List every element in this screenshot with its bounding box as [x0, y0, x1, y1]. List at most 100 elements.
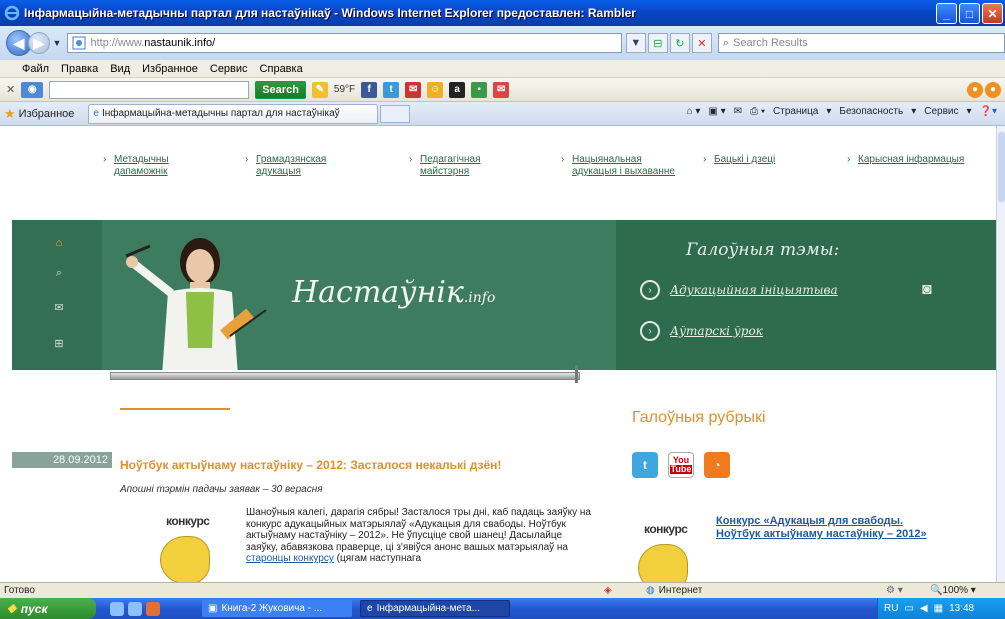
- nav-item-national[interactable]: › Нацыянальная адукацыя і выхаванне: [561, 154, 682, 178]
- toolbar-search-input[interactable]: [49, 80, 250, 99]
- window-title: Інфармацыйна-метадычны партал для настаў…: [24, 6, 636, 20]
- window-title-bar[interactable]: Інфармацыйна-метадычны партал для настаў…: [0, 0, 1005, 26]
- forward-button[interactable]: ▶: [27, 32, 50, 54]
- history-dropdown-icon[interactable]: ▼: [53, 38, 62, 48]
- status-bar: Готово ◈ ◍ Интернет ⚙ ▾ 🔍100% ▾: [0, 582, 1005, 598]
- minimize-button[interactable]: _: [936, 3, 957, 24]
- twitter-icon[interactable]: t: [632, 452, 658, 478]
- vertical-scrollbar[interactable]: [996, 126, 1005, 582]
- start-button[interactable]: ❖ пуск: [0, 598, 96, 619]
- games-icon[interactable]: ▪: [471, 81, 488, 98]
- highlight-icon[interactable]: ✎: [311, 81, 328, 98]
- menu-view[interactable]: Вид: [110, 63, 130, 75]
- home-icon[interactable]: ⌂ ▾: [687, 106, 701, 117]
- side-contest-link[interactable]: Конкурс «Адукацыя для свабоды. Ноўтбук а…: [716, 515, 936, 541]
- rambler-logo-icon[interactable]: ◉: [21, 81, 44, 98]
- maximize-button[interactable]: □: [959, 3, 980, 24]
- favorites-label: Избранное: [18, 107, 75, 120]
- nav-item-pedagog[interactable]: › Педагагічная майстэрня: [409, 154, 530, 178]
- globe-icon: ◍: [646, 585, 655, 596]
- safety-menu[interactable]: Безопасность: [839, 106, 903, 117]
- mail-icon[interactable]: ✉: [405, 81, 422, 98]
- menu-help[interactable]: Справка: [260, 63, 303, 75]
- news-subtitle: Апошні тэрмін падачы заявак – 30 верасня: [120, 484, 323, 495]
- menu-tools[interactable]: Сервис: [210, 63, 248, 75]
- arrow-circle-icon: ›: [640, 280, 660, 300]
- network-icon[interactable]: ▭: [904, 603, 913, 614]
- theme-link-label: Адукацыйная ініцыятыва: [670, 283, 838, 297]
- nav-item-parents[interactable]: › Бацькі і дзеці: [703, 154, 824, 166]
- tray-app-icon[interactable]: ▦: [934, 603, 943, 614]
- rss-icon[interactable]: ◔: [704, 452, 730, 478]
- task-label: Інфармацыйна-мета...: [376, 603, 481, 614]
- slider-handle[interactable]: [575, 365, 578, 383]
- menu-file[interactable]: Файл: [22, 63, 49, 75]
- top-navigation: › Метадычны дапаможнік › Грамадзянская аду…: [102, 154, 964, 204]
- new-tab-button[interactable]: [380, 104, 411, 123]
- menu-bar: Файл Правка Вид Избранное Сервис Справка: [0, 60, 1005, 78]
- page-menu[interactable]: Страница: [773, 106, 818, 117]
- nav-label: Бацькі і дзеці: [714, 154, 776, 165]
- home-icon[interactable]: ⌂: [52, 236, 66, 250]
- print-icon[interactable]: ⎙ ▾: [750, 106, 765, 117]
- envelope-icon[interactable]: ✉: [493, 81, 510, 98]
- logo-main: Настаўнік: [292, 275, 464, 310]
- zoom-level[interactable]: 🔍100% ▾: [930, 585, 976, 596]
- smiley-icon[interactable]: ☺: [427, 81, 444, 98]
- search-toolbar: ✕ ◉ Search ✎ 59°F f t ✉ ☺ a ▪ ✉ ● ●: [0, 78, 1005, 102]
- nav-item-metod[interactable]: › Метадычны дапаможнік: [103, 154, 224, 178]
- close-button[interactable]: ✕: [982, 3, 1003, 24]
- taskbar-item-ie[interactable]: e Інфармацыйна-мета...: [360, 600, 510, 617]
- feeds-icon[interactable]: ▣ ▾: [708, 106, 725, 117]
- favorites-button[interactable]: ★ Избранное: [4, 106, 74, 122]
- nav-item-civic[interactable]: › Грамадзянская адукацыя: [245, 154, 366, 178]
- theme-link-author-lesson[interactable]: › Аўтарскі ўрок: [640, 321, 763, 341]
- scroll-thumb[interactable]: [998, 132, 1005, 202]
- address-field[interactable]: http://www. nastaunik.info/: [67, 33, 622, 53]
- address-dropdown-icon[interactable]: ▼: [625, 33, 646, 53]
- quick-launch-ie-icon[interactable]: [110, 601, 124, 616]
- search-icon[interactable]: ⌕: [52, 266, 66, 280]
- taskbar-item-word[interactable]: ▣ Книга-2 Жуковича - ...: [202, 600, 352, 617]
- addon-icon[interactable]: ●: [967, 81, 983, 98]
- contest-page-link[interactable]: старонцы конкурсу: [246, 553, 334, 564]
- search-box[interactable]: ⌕ Search Results: [717, 33, 1005, 53]
- menu-edit[interactable]: Правка: [61, 63, 98, 75]
- mail-icon[interactable]: ✉: [52, 300, 66, 314]
- security-zone[interactable]: ◍ Интернет: [646, 585, 702, 596]
- antivirus-icon[interactable]: ◀: [920, 603, 928, 614]
- weather-temp[interactable]: 59°F: [334, 84, 355, 95]
- menu-favorites[interactable]: Избранное: [142, 63, 198, 75]
- refresh-icon[interactable]: ↻: [669, 33, 690, 53]
- quick-launch-desktop-icon[interactable]: [128, 601, 142, 616]
- addon2-icon[interactable]: ●: [985, 81, 1001, 98]
- amazon-icon[interactable]: a: [449, 81, 466, 98]
- camera-icon[interactable]: ◙: [922, 281, 932, 299]
- browser-tab[interactable]: e Інфармацыйна-метадычны партал для наст…: [88, 103, 379, 124]
- facebook-icon[interactable]: f: [361, 81, 378, 98]
- help-icon[interactable]: ❓▾: [980, 106, 997, 117]
- protected-mode-icon[interactable]: ⚙ ▾: [886, 585, 903, 596]
- stop-icon[interactable]: ✕: [691, 33, 712, 53]
- youtube-icon[interactable]: You Tube: [668, 452, 694, 478]
- news-title[interactable]: Ноўтбук актыўнаму настаўніку – 2012: Зас…: [120, 458, 501, 472]
- compat-view-icon[interactable]: ⊟: [647, 33, 668, 53]
- konkurs-badge[interactable]: конкурс: [152, 506, 236, 582]
- read-mail-icon[interactable]: ✉: [734, 106, 742, 117]
- toolbar-search-button[interactable]: Search: [255, 80, 306, 99]
- tools-menu[interactable]: Сервис: [924, 106, 958, 117]
- banner-slider[interactable]: [110, 365, 580, 383]
- toolbar-search-label: Search: [262, 83, 299, 96]
- close-toolbar-icon[interactable]: ✕: [6, 83, 15, 96]
- site-logo[interactable]: Настаўнік.info: [292, 275, 495, 310]
- sitemap-icon[interactable]: ⊞: [52, 336, 66, 350]
- twitter-icon[interactable]: t: [383, 81, 400, 98]
- nav-item-useful[interactable]: › Карысная інфармацыя: [847, 154, 968, 166]
- clock[interactable]: 13:48: [949, 603, 974, 614]
- task-label: Книга-2 Жуковича - ...: [221, 603, 323, 614]
- language-indicator[interactable]: RU: [884, 603, 898, 614]
- konkurs-badge-side[interactable]: конкурс: [630, 514, 714, 582]
- theme-link-initiative[interactable]: › Адукацыйная ініцыятыва: [640, 280, 838, 300]
- quick-launch-media-icon[interactable]: [146, 601, 160, 616]
- nav-label: Педагагічная майстэрня: [420, 154, 481, 177]
